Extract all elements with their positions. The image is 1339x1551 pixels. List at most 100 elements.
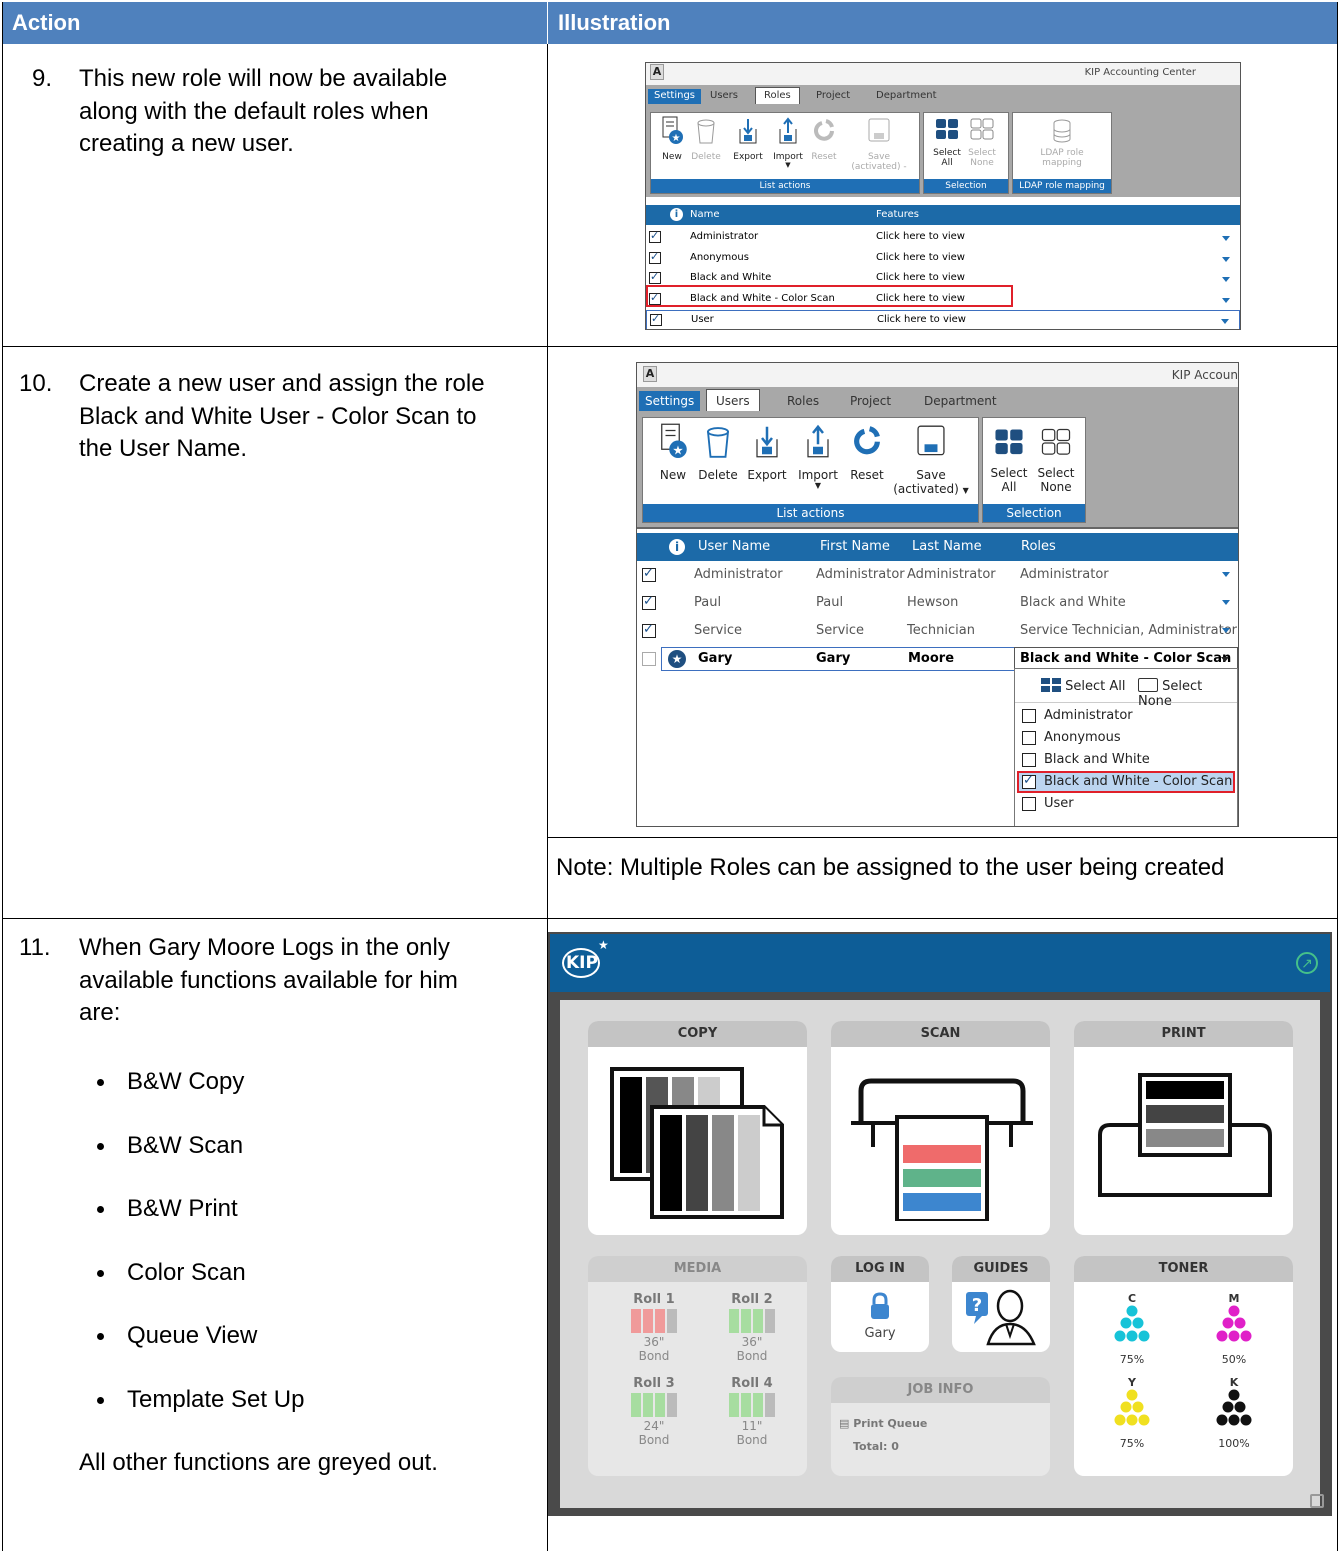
row-checkbox[interactable] [642, 622, 656, 638]
select-all-button[interactable]: Select All [931, 115, 963, 168]
tab-settings[interactable]: Settings [648, 89, 702, 104]
tab-department[interactable]: Department [876, 90, 937, 101]
delete-button[interactable]: Delete [697, 421, 739, 482]
column-header-roles[interactable]: Roles [1021, 539, 1056, 554]
tab-users[interactable]: Users [706, 389, 760, 411]
chevron-down-icon[interactable] [1222, 236, 1230, 241]
toner-card[interactable]: TONER C 75% M 50% Y 75% K 100% [1074, 1256, 1293, 1476]
reset-button[interactable]: Reset [808, 115, 840, 162]
media-card[interactable]: MEDIA Roll 1 36" Bond Roll 2 36" Bond Roll 3 24… [588, 1256, 807, 1476]
chevron-down-icon[interactable] [1221, 319, 1229, 324]
row-checkbox[interactable] [650, 312, 662, 326]
table-row[interactable]: AdministratorAdministratorAdministratorA… [637, 561, 1238, 589]
scan-card[interactable]: SCAN [831, 1021, 1050, 1235]
copy-card[interactable]: COPY [588, 1021, 807, 1235]
tab-roles[interactable]: Roles [755, 87, 800, 104]
column-header-last-name[interactable]: Last Name [912, 539, 982, 554]
table-row[interactable]: Administrator Click here to view [646, 228, 1240, 248]
option-checkbox[interactable] [1022, 731, 1036, 745]
lock-icon[interactable] [1310, 1494, 1324, 1508]
column-header-first-name[interactable]: First Name [820, 539, 890, 554]
group-label: Selection [983, 504, 1085, 522]
tab-project[interactable]: Project [816, 90, 850, 101]
import-button[interactable]: Import ▼ [770, 115, 806, 169]
option-label: Black and White - Color Scan [1044, 774, 1233, 789]
option-checkbox[interactable] [1022, 773, 1036, 789]
table-row[interactable]: User Click here to view [646, 310, 1240, 329]
role-features[interactable]: Click here to view [876, 272, 965, 283]
media-roll[interactable]: Roll 1 36" Bond [622, 1292, 686, 1363]
role-option[interactable]: Administrator [1017, 705, 1235, 727]
chevron-down-icon[interactable] [1221, 657, 1229, 662]
role-features[interactable]: Click here to view [876, 252, 965, 263]
print-queue-link[interactable]: ▤ Print Queue [839, 1417, 927, 1430]
export-icon [739, 119, 757, 144]
option-checkbox[interactable] [1022, 797, 1036, 811]
media-roll[interactable]: Roll 2 36" Bond [720, 1292, 784, 1363]
row-checkbox[interactable] [642, 594, 656, 610]
role-features[interactable]: Click here to view [877, 314, 966, 325]
select-all-button[interactable]: Select All [989, 423, 1029, 494]
column-header-name[interactable]: Name [690, 209, 720, 220]
table-row[interactable]: Anonymous Click here to view [646, 249, 1240, 269]
new-button[interactable]: ★ New [658, 115, 686, 162]
svg-text:?: ? [972, 1295, 982, 1316]
select-none-button[interactable]: Select None [966, 115, 998, 168]
tab-users[interactable]: Users [710, 90, 738, 101]
save-button[interactable]: Save (activated) ▼ [893, 421, 969, 498]
column-header-user-name[interactable]: User Name [698, 539, 770, 554]
chevron-down-icon[interactable] [1222, 600, 1230, 605]
trash-icon [697, 119, 715, 144]
column-header-features[interactable]: Features [876, 209, 919, 220]
option-checkbox[interactable] [1022, 709, 1036, 723]
new-button[interactable]: ★ New [655, 421, 691, 482]
import-button[interactable]: Import ▼ [797, 421, 839, 490]
reset-button[interactable]: Reset [847, 421, 887, 482]
toner-cartridge: K 100% [1206, 1376, 1262, 1450]
select-none-button[interactable]: Select None [1035, 423, 1077, 494]
roll-level-icon [622, 1309, 686, 1333]
guides-card[interactable]: GUIDES ? [952, 1256, 1050, 1352]
button-label: None [970, 158, 994, 168]
tab-department[interactable]: Department [924, 394, 997, 408]
select-all-option[interactable]: Select All [1041, 678, 1126, 694]
tab-settings[interactable]: Settings [639, 391, 701, 411]
role-features[interactable]: Click here to view [876, 231, 965, 242]
role-option[interactable]: Black and White - Color Scan [1017, 771, 1235, 793]
card-title: SCAN [831, 1021, 1050, 1047]
row-checkbox[interactable] [649, 270, 661, 284]
login-card[interactable]: LOG IN Gary [831, 1256, 929, 1352]
chevron-down-icon[interactable] [1222, 277, 1230, 282]
table-row[interactable]: Paul Paul Hewson Black and White [637, 589, 1238, 617]
row-checkbox[interactable] [642, 652, 656, 666]
row-checkbox[interactable] [649, 250, 661, 264]
export-button[interactable]: Export [746, 421, 788, 482]
print-card[interactable]: PRINT [1074, 1021, 1293, 1235]
chevron-down-icon[interactable] [1222, 256, 1230, 262]
row-checkbox[interactable] [649, 229, 661, 243]
option-checkbox[interactable] [1022, 753, 1036, 767]
chevron-down-icon[interactable] [1222, 628, 1230, 633]
row-checkbox[interactable] [642, 566, 656, 582]
media-roll[interactable]: Roll 3 24" Bond [622, 1376, 686, 1447]
save-button[interactable]: Save (activated) - [846, 115, 912, 172]
table-row[interactable]: Service Service Technician Service Technici… [637, 617, 1238, 645]
button-label: New [662, 152, 682, 162]
chevron-down-icon[interactable] [1222, 572, 1230, 577]
tab-roles[interactable]: Roles [787, 394, 819, 408]
role-option[interactable]: User [1017, 793, 1235, 815]
save-icon [868, 118, 890, 142]
role-option[interactable]: Anonymous [1017, 727, 1235, 749]
media-roll[interactable]: Roll 4 11" Bond [720, 1376, 784, 1447]
power-icon[interactable]: ↗ [1296, 952, 1318, 974]
step-text: Black and White User - Color Scan to [79, 403, 477, 430]
chevron-down-icon[interactable] [1222, 297, 1230, 303]
role-option[interactable]: Black and White [1017, 749, 1235, 771]
logged-in-user: Gary [864, 1326, 896, 1341]
delete-button[interactable]: Delete [688, 115, 724, 162]
job-info-card[interactable]: JOB INFO ▤ Print Queue Total: 0 [831, 1377, 1050, 1476]
export-button[interactable]: Export [730, 115, 766, 162]
role-name: Administrator [690, 231, 759, 242]
ldap-role-mapping-button[interactable]: LDAP role mapping [1030, 115, 1094, 168]
tab-project[interactable]: Project [850, 394, 891, 408]
